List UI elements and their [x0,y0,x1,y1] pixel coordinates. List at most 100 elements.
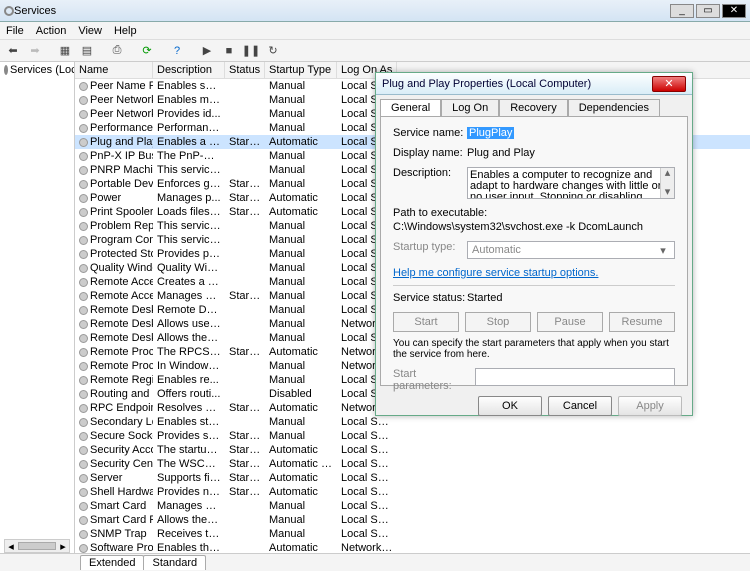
table-row[interactable]: Security CenterThe WSCSV...StartedAutoma… [75,457,750,471]
col-name[interactable]: Name [75,62,153,78]
services-icon [4,65,8,75]
pause-button[interactable]: Pause [537,312,603,332]
menu-help[interactable]: Help [114,25,137,37]
start-params-label: Start parameters: [393,368,475,392]
gear-icon [79,334,88,343]
tab-recovery[interactable]: Recovery [499,99,567,116]
gear-icon [79,362,88,371]
tab-dependencies[interactable]: Dependencies [568,99,660,116]
gear-icon [79,278,88,287]
properties-button[interactable]: ▤ [78,42,96,60]
gear-icon [79,446,88,455]
ok-button[interactable]: OK [478,396,542,416]
description-label: Description: [393,167,467,179]
gear-icon [79,124,88,133]
col-status[interactable]: Status [225,62,265,78]
window-titlebar: Services _ ▭ ✕ [0,0,750,22]
gear-icon [79,376,88,385]
table-row[interactable]: Smart Card Re...Allows the s...ManualLoc… [75,513,750,527]
gear-icon [79,460,88,469]
gear-icon [79,152,88,161]
pause-service-button[interactable]: ❚❚ [242,42,260,60]
description-box[interactable]: Enables a computer to recognize and adap… [467,167,675,199]
window-title: Services [14,5,670,17]
show-hide-tree-button[interactable]: ▦ [56,42,74,60]
col-description[interactable]: Description [153,62,225,78]
stop-button[interactable]: Stop [465,312,531,332]
dialog-tabs: General Log On Recovery Dependencies [376,95,692,116]
gear-icon [79,180,88,189]
gear-icon [79,474,88,483]
gear-icon [79,530,88,539]
path-value: C:\Windows\system32\svchost.exe -k DcomL… [393,221,675,233]
path-label: Path to executable: [393,207,675,219]
help-link[interactable]: Help me configure service startup option… [393,267,598,279]
gear-icon [79,194,88,203]
close-button[interactable]: ✕ [722,4,746,18]
startup-type-combo[interactable]: Automatic▾ [467,241,675,259]
display-name-value: Plug and Play [467,147,675,159]
table-row[interactable]: Security Accou...The startup ...StartedA… [75,443,750,457]
export-button[interactable]: ⎙ [108,42,126,60]
restart-service-button[interactable]: ↻ [264,42,282,60]
tab-extended[interactable]: Extended [80,555,144,570]
service-status-label: Service status: [393,292,467,304]
gear-icon [79,82,88,91]
maximize-button[interactable]: ▭ [696,4,720,18]
forward-button[interactable]: ➡ [26,42,44,60]
apply-button[interactable]: Apply [618,396,682,416]
back-button[interactable]: ⬅ [4,42,22,60]
gear-icon [79,404,88,413]
resume-button[interactable]: Resume [609,312,675,332]
menu-view[interactable]: View [78,25,102,37]
col-startup[interactable]: Startup Type [265,62,337,78]
menu-action[interactable]: Action [36,25,67,37]
startup-type-label: Startup type: [393,241,467,253]
minimize-button[interactable]: _ [670,4,694,18]
gear-icon [79,502,88,511]
dialog-titlebar[interactable]: Plug and Play Properties (Local Computer… [376,73,692,95]
gear-icon [79,418,88,427]
stop-service-button[interactable]: ■ [220,42,238,60]
app-icon [4,6,14,16]
gear-icon [79,544,88,553]
tab-standard[interactable]: Standard [143,555,206,570]
tree-pane: Services (Loca [0,62,75,553]
tab-general[interactable]: General [380,99,441,116]
gear-icon [79,516,88,525]
gear-icon [79,96,88,105]
start-service-button[interactable]: ▶ [198,42,216,60]
menubar: File Action View Help [0,22,750,40]
refresh-button[interactable]: ⟳ [138,42,156,60]
table-row[interactable]: Secure Socket ...Provides su...StartedMa… [75,429,750,443]
start-button[interactable]: Start [393,312,459,332]
description-scrollbar[interactable]: ▴▾ [660,168,674,198]
gear-icon [79,320,88,329]
cancel-button[interactable]: Cancel [548,396,612,416]
table-row[interactable]: Shell Hardwar...Provides no...StartedAut… [75,485,750,499]
help-button[interactable]: ? [168,42,186,60]
table-row[interactable]: Software Prot...Enables the ...Automatic… [75,541,750,553]
service-name-value[interactable]: PlugPlay [467,127,514,139]
menu-file[interactable]: File [6,25,24,37]
gear-icon [79,432,88,441]
gear-icon [79,264,88,273]
properties-dialog: Plug and Play Properties (Local Computer… [375,72,693,416]
gear-icon [79,138,88,147]
view-tabs: Extended Standard [0,553,750,571]
tab-logon[interactable]: Log On [441,99,499,116]
table-row[interactable]: Smart CardManages ac...ManualLocal Servi… [75,499,750,513]
dialog-close-button[interactable]: ✕ [652,76,686,92]
table-row[interactable]: SNMP TrapReceives tra...ManualLocal Serv… [75,527,750,541]
gear-icon [79,110,88,119]
gear-icon [79,236,88,245]
gear-icon [79,306,88,315]
chevron-down-icon: ▾ [656,244,670,257]
gear-icon [79,250,88,259]
gear-icon [79,166,88,175]
tree-hscroll[interactable]: ◂▸ [4,539,70,553]
tree-root[interactable]: Services (Loca [0,62,74,78]
start-params-input[interactable] [475,368,675,386]
table-row[interactable]: ServerSupports fil...StartedAutomaticLoc… [75,471,750,485]
gear-icon [79,348,88,357]
